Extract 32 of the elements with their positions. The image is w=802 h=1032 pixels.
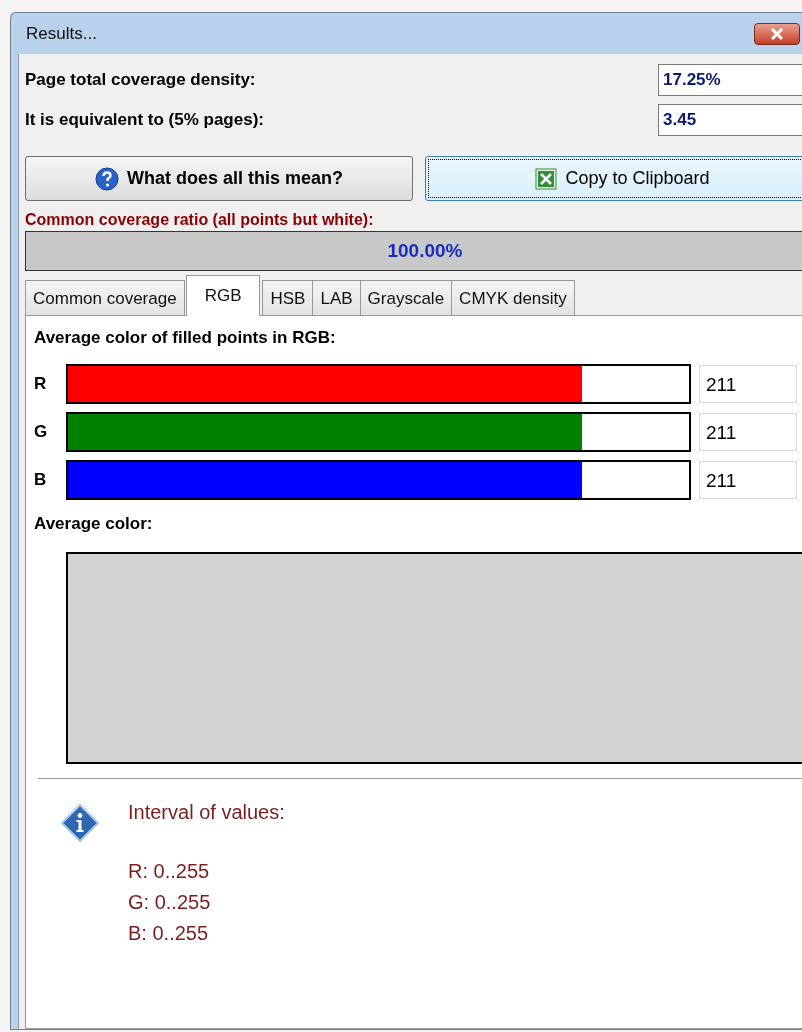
tab[interactable]: LAB <box>312 280 361 316</box>
info-title: Interval of values: <box>128 801 285 824</box>
tab[interactable]: HSB <box>262 280 314 316</box>
value-field[interactable]: 17.25% <box>658 64 802 96</box>
close-button[interactable] <box>754 22 800 45</box>
close-icon <box>769 27 785 40</box>
channel-value: 211 <box>699 365 797 403</box>
window-title: Results... <box>25 23 97 44</box>
tab[interactable]: Grayscale <box>359 280 453 316</box>
tab[interactable]: Common coverage <box>25 280 185 316</box>
field-label: It is equivalent to (5% pages): <box>25 110 264 130</box>
channel-label: R <box>34 374 48 394</box>
channel-value: 211 <box>699 413 797 451</box>
interval-text: B: 0..255 <box>128 921 210 946</box>
question-icon <box>94 166 119 191</box>
help-button[interactable]: What does all this mean? <box>25 156 413 201</box>
channel-label: B <box>34 470 48 490</box>
panel-heading: Average color of filled points in RGB: <box>34 328 337 348</box>
coverage-label: Common coverage ratio (all points but white): <box>25 211 375 229</box>
average-color-label: Average color: <box>34 514 154 534</box>
info-icon <box>60 803 100 843</box>
field-label: Page total coverage density: <box>25 70 256 90</box>
interval-text: G: 0..255 <box>128 890 212 915</box>
copy-button[interactable]: Copy to Clipboard <box>425 156 802 201</box>
tab[interactable]: RGB <box>185 275 261 316</box>
interval-text: R: 0..255 <box>128 859 211 884</box>
coverage-reading: 100.00% <box>386 240 464 262</box>
channel-label: G <box>34 422 49 442</box>
channel-value: 211 <box>699 461 797 499</box>
tab[interactable]: CMYK density <box>451 280 575 316</box>
spreadsheet-icon <box>535 167 558 190</box>
value-field[interactable]: 3.45 <box>658 104 802 136</box>
